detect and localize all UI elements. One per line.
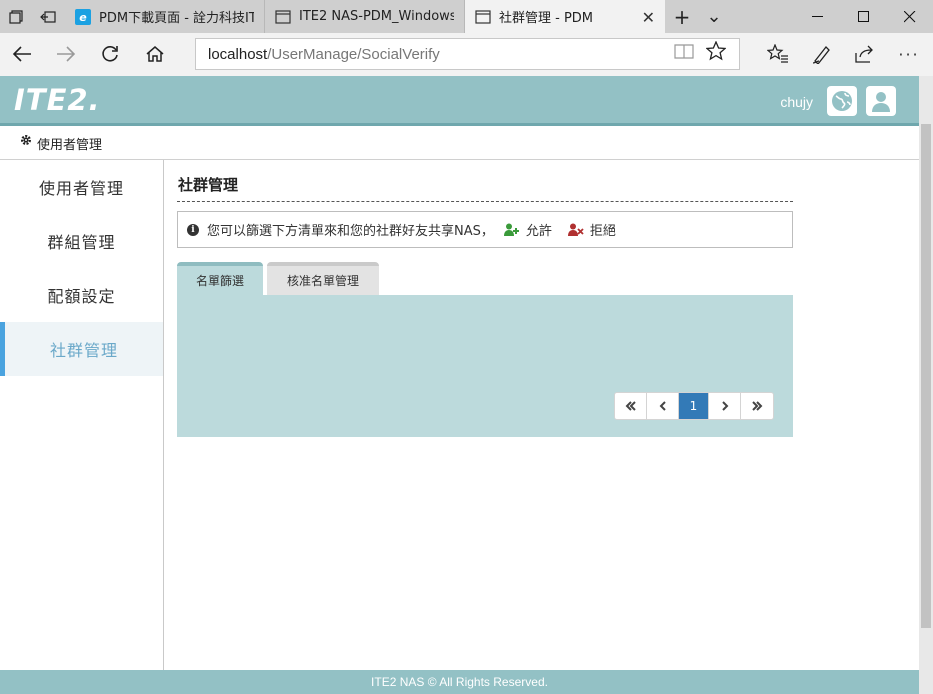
url-host: localhost [208,46,268,63]
close-tab-icon[interactable]: ✕ [642,8,655,27]
browser-toolbar: localhost/UserManage/SocialVerify ··· [0,33,933,76]
vertical-scrollbar[interactable] [919,76,933,694]
reading-view-icon[interactable] [672,40,696,62]
allow-label: 允許 [525,224,552,239]
last-page-icon[interactable] [741,393,773,419]
ie-favicon-icon: e [75,8,91,25]
first-page-icon[interactable] [615,393,647,419]
tab-panel: 1 [177,295,793,437]
page-favicon-icon [475,9,491,25]
more-options-icon[interactable]: ··· [890,37,928,71]
forward-arrow-icon[interactable] [48,37,84,71]
url-path: /UserManage/SocialVerify [267,46,440,63]
browser-tab-title: PDM下載頁面 - 詮力科技ITE [99,11,254,26]
new-tab-button[interactable]: + [666,0,698,33]
share-icon[interactable] [846,37,884,71]
scrollbar-thumb[interactable] [921,124,931,628]
page-favicon-icon [275,9,291,25]
user-allow-icon [503,223,520,236]
browser-tab-social[interactable]: 社群管理 - PDM ✕ [465,0,665,33]
minimize-icon[interactable] [795,0,841,33]
deny-label: 拒絕 [589,224,616,239]
page-title: 社群管理 [177,174,793,202]
tab-list-filter[interactable]: 名單篩選 [177,262,263,295]
browser-tab-title: ITE2 NAS-PDM_Windows 10 [299,9,454,24]
close-window-icon[interactable] [887,0,933,33]
back-arrow-icon[interactable] [4,37,40,71]
favorites-hub-icon[interactable] [759,37,797,71]
svg-text:e: e [79,11,87,24]
info-notice: i 您可以篩選下方清單來和您的社群好友共享NAS， 允許 拒絕 [177,211,793,248]
gear-icon [20,134,32,150]
info-text: 您可以篩選下方清單來和您的社群好友共享NAS， [207,224,494,239]
browser-tab-bar: e PDM下載頁面 - 詮力科技ITE ITE2 NAS-PDM_Windows… [0,0,933,33]
browser-tab-pdm-download[interactable]: e PDM下載頁面 - 詮力科技ITE [65,0,265,33]
browser-tab-ite2-nas[interactable]: ITE2 NAS-PDM_Windows 10 [265,0,465,33]
tab-list-chevron-down-icon[interactable]: ⌄ [698,0,730,33]
user-profile-icon[interactable] [866,86,896,116]
address-bar[interactable]: localhost/UserManage/SocialVerify [195,38,740,70]
refresh-icon[interactable] [92,37,128,71]
sidebar: 使用者管理 群組管理 配額設定 社群管理 [0,160,164,670]
footer: ITE2 NAS © All Rights Reserved. [0,670,919,694]
breadcrumb: 使用者管理 [0,126,919,160]
sidebar-item-group-management[interactable]: 群組管理 [0,214,163,268]
maximize-icon[interactable] [841,0,887,33]
page-number-button[interactable]: 1 [679,393,709,419]
breadcrumb-label[interactable]: 使用者管理 [37,134,102,153]
browser-tab-title: 社群管理 - PDM [499,11,594,26]
sidebar-item-user-management[interactable]: 使用者管理 [0,160,163,214]
set-tabs-aside-icon[interactable] [32,0,64,33]
sidebar-item-quota-settings[interactable]: 配額設定 [0,268,163,322]
sidebar-item-social-management[interactable]: 社群管理 [0,322,163,376]
favorite-star-icon[interactable] [704,40,728,62]
ite2-logo: ITE2. [14,83,101,117]
content-tabs: 名單篩選 核准名單管理 [177,262,793,295]
info-icon: i [187,223,199,236]
user-deny-icon [567,223,584,236]
previous-page-icon[interactable] [647,393,679,419]
web-note-pen-icon[interactable] [803,37,841,71]
globe-language-icon[interactable] [827,86,857,116]
tab-manager-icon[interactable] [0,0,32,33]
tab-approved-list[interactable]: 核准名單管理 [267,262,379,295]
next-page-icon[interactable] [709,393,741,419]
home-icon[interactable] [137,37,173,71]
app-header: ITE2. chujy [0,76,919,126]
username-label[interactable]: chujy [780,94,813,110]
pagination: 1 [614,392,774,420]
